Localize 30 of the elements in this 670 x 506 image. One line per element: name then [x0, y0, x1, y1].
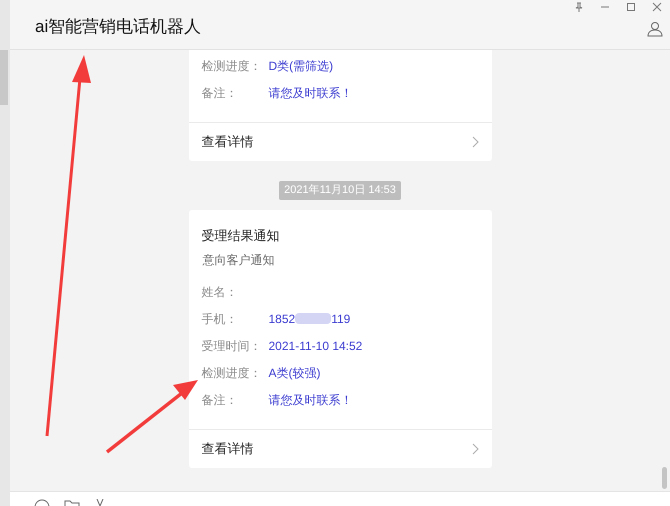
chevron-right-icon [472, 443, 478, 455]
timestamp: 2021年11月10日 14:53 [279, 181, 401, 200]
field-value: 119 [331, 310, 350, 328]
folder-icon[interactable] [64, 499, 80, 506]
card-title: 受理结果通知 [202, 226, 280, 244]
scrollbar[interactable] [0, 50, 8, 105]
field-value: 2021-11-10 14:52 [268, 338, 362, 354]
field-value: 1852 [268, 310, 296, 328]
field-label: 姓名： [202, 284, 238, 300]
field-label: 检测进度： [202, 58, 262, 74]
field-label: 备注： [202, 392, 238, 408]
field-label: 受理时间： [202, 338, 262, 354]
scrollbar[interactable] [662, 467, 667, 489]
maximize-icon[interactable] [626, 2, 636, 12]
field-value: 请您及时联系！ [268, 84, 352, 102]
person-icon[interactable] [647, 21, 663, 37]
emoji-icon[interactable] [34, 499, 50, 506]
card-subtitle: 意向客户通知 [202, 252, 276, 269]
field-value: A类(较强) [268, 364, 320, 382]
field-value: D类(需筛选) [268, 58, 334, 74]
field-label: 备注： [202, 84, 238, 102]
close-icon[interactable] [652, 2, 662, 12]
details-link[interactable]: 查看详情 [188, 122, 492, 161]
pin-icon[interactable] [574, 2, 584, 12]
chevron-right-icon [472, 136, 478, 148]
field-label: 检测进度： [202, 364, 262, 382]
field-label: 手机： [202, 310, 238, 328]
details-link[interactable]: 查看详情 [188, 429, 492, 468]
field-value: 请您及时联系！ [268, 392, 352, 408]
window-title: ai智能营销电话机器人 [35, 16, 202, 38]
